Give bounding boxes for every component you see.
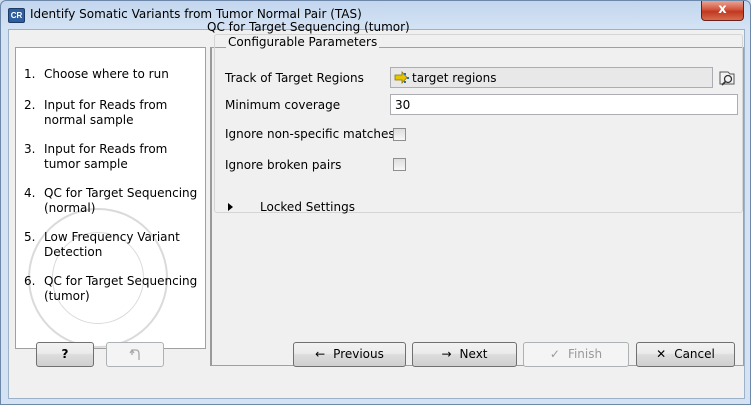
ignore-nonspecific-checkbox[interactable] <box>393 128 406 141</box>
close-icon: x <box>718 2 727 17</box>
step-number: 5. <box>24 230 36 244</box>
previous-button[interactable]: ← Previous <box>293 342 406 367</box>
track-label: Track of Target Regions <box>225 71 364 85</box>
wizard-steps-panel: 1. Choose where to run 2. Input for Read… <box>15 47 206 349</box>
next-button[interactable]: → Next <box>412 342 517 367</box>
track-selector-field[interactable]: target regions <box>390 67 713 88</box>
arrow-left-icon: ← <box>315 347 326 361</box>
x-icon: ✕ <box>656 347 667 361</box>
step-label: QC for Target Sequencing (normal) <box>44 186 198 215</box>
step-number: 1. <box>24 67 36 81</box>
browse-button[interactable] <box>716 67 738 88</box>
min-coverage-label: Minimum coverage <box>225 98 341 112</box>
step-number: 6. <box>24 274 36 288</box>
step-label: Input for Reads from normal sample <box>44 98 168 127</box>
arrow-right-icon: → <box>441 347 452 361</box>
undo-button[interactable] <box>106 342 164 367</box>
finish-button[interactable]: ✓ Finish <box>523 342 629 367</box>
step-label: Low Frequency Variant Detection <box>44 230 180 259</box>
step-label: Choose where to run <box>44 67 169 81</box>
window-title: Identify Somatic Variants from Tumor Nor… <box>30 7 362 21</box>
locked-settings-label: Locked Settings <box>260 200 355 214</box>
step-number: 4. <box>24 186 36 200</box>
checkmark-icon: ✓ <box>549 347 560 361</box>
undo-icon <box>129 348 140 360</box>
track-value: target regions <box>412 71 497 85</box>
help-label: ? <box>61 347 69 361</box>
app-icon: CR <box>8 8 25 23</box>
page-title: QC for Target Sequencing (tumor) <box>207 20 410 34</box>
expand-triangle-icon <box>228 203 233 211</box>
close-button[interactable]: x <box>701 1 744 21</box>
min-coverage-input[interactable]: 30 <box>390 94 738 115</box>
step-number: 2. <box>24 98 36 112</box>
previous-label: Previous <box>333 347 384 361</box>
ignore-nonspecific-label: Ignore non-specific matches <box>225 127 395 141</box>
track-icon <box>394 71 409 84</box>
min-coverage-value: 30 <box>395 98 411 112</box>
step-label: QC for Target Sequencing (tumor) <box>44 274 198 303</box>
browse-icon <box>719 71 735 86</box>
step-number: 3. <box>24 142 36 156</box>
next-label: Next <box>459 347 488 361</box>
step-label: Input for Reads from tumor sample <box>44 142 168 171</box>
ignore-broken-label: Ignore broken pairs <box>225 158 342 172</box>
ignore-broken-checkbox[interactable] <box>393 158 406 171</box>
group-title: Configurable Parameters <box>226 35 380 49</box>
finish-label: Finish <box>567 347 603 361</box>
help-button[interactable]: ? <box>36 342 94 367</box>
configurable-parameters-group <box>214 34 743 213</box>
dialog-window: CR Identify Somatic Variants from Tumor … <box>0 0 751 405</box>
cancel-button[interactable]: ✕ Cancel <box>636 342 735 367</box>
cancel-label: Cancel <box>674 347 715 361</box>
